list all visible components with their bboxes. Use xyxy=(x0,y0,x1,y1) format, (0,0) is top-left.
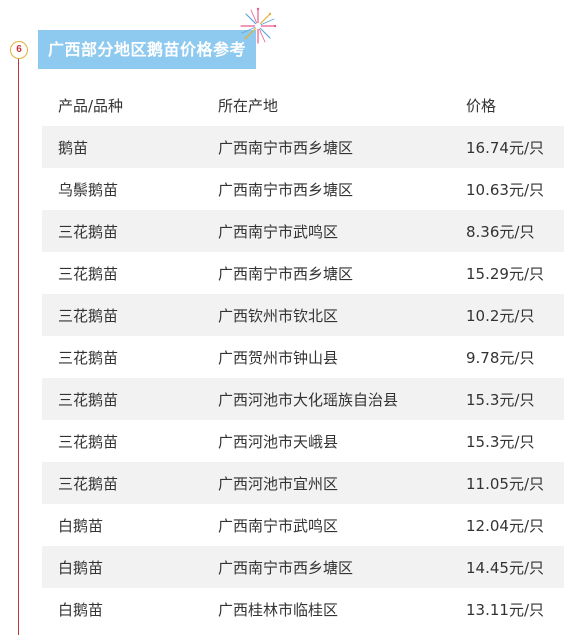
price-cell: 15.29元/只 xyxy=(466,264,544,283)
origin-cell: 广西河池市大化瑶族自治县 xyxy=(202,378,450,420)
price-cell: 10.63元/只 xyxy=(466,180,544,199)
table-header-row: 产品/品种 所在产地 价格 xyxy=(42,84,564,126)
price-cell: 13.11元/只 xyxy=(466,600,544,619)
table-row: 三花鹅苗 广西河池市天峨县 15.3元/只 xyxy=(42,420,564,462)
section-title: 广西部分地区鹅苗价格参考 xyxy=(38,30,257,69)
origin-cell: 广西南宁市武鸣区 xyxy=(202,210,450,252)
table-row: 三花鹅苗 广西河池市大化瑶族自治县 15.3元/只 xyxy=(42,378,564,420)
price-cell: 15.3元/只 xyxy=(450,378,564,420)
origin-cell: 广西南宁市武鸣区 xyxy=(218,516,339,535)
table-row: 三花鹅苗 广西贺州市钟山县 9.78元/只 xyxy=(42,336,564,378)
price-cell: 14.45元/只 xyxy=(450,546,564,588)
table-row: 白鹅苗 广西桂林市临桂区 13.11元/只 xyxy=(42,588,564,630)
table-row: 白鹅苗 广西南宁市西乡塘区 14.45元/只 xyxy=(42,546,564,588)
table-row: 乌鬃鹅苗 广西南宁市西乡塘区 10.63元/只 xyxy=(42,168,564,210)
product-cell: 三花鹅苗 xyxy=(42,378,202,420)
table-row: 三花鹅苗 广西钦州市钦北区 10.2元/只 xyxy=(42,294,564,336)
price-cell: 12.04元/只 xyxy=(466,516,544,535)
price-cell: 16.74元/只 xyxy=(450,126,564,168)
timeline-line xyxy=(18,58,19,635)
price-cell: 15.3元/只 xyxy=(466,432,535,451)
origin-cell: 广西钦州市钦北区 xyxy=(202,294,450,336)
header-origin: 所在产地 xyxy=(218,96,279,115)
price-cell: 10.2元/只 xyxy=(450,294,564,336)
product-cell: 白鹅苗 xyxy=(58,516,104,535)
product-cell: 白鹅苗 xyxy=(58,600,104,619)
firework-icon xyxy=(240,7,277,44)
product-cell: 白鹅苗 xyxy=(42,546,202,588)
origin-cell: 广西南宁市西乡塘区 xyxy=(202,126,450,168)
origin-cell: 广西南宁市西乡塘区 xyxy=(218,264,354,283)
product-cell: 三花鹅苗 xyxy=(58,432,119,451)
table-row: 白鹅苗 广西南宁市武鸣区 12.04元/只 xyxy=(42,504,564,546)
origin-cell: 广西河池市宜州区 xyxy=(202,462,450,504)
product-cell: 三花鹅苗 xyxy=(42,294,202,336)
origin-cell: 广西南宁市西乡塘区 xyxy=(202,546,450,588)
table-row: 三花鹅苗 广西南宁市西乡塘区 15.29元/只 xyxy=(42,252,564,294)
table-row: 三花鹅苗 广西河池市宜州区 11.05元/只 xyxy=(42,462,564,504)
product-cell: 三花鹅苗 xyxy=(58,348,119,367)
table-row: 鹅苗 广西南宁市西乡塘区 16.74元/只 xyxy=(42,126,564,168)
price-cell: 11.05元/只 xyxy=(450,462,564,504)
table-row: 三花鹅苗 广西南宁市武鸣区 8.36元/只 xyxy=(42,210,564,252)
product-cell: 三花鹅苗 xyxy=(58,264,119,283)
origin-cell: 广西河池市天峨县 xyxy=(218,432,339,451)
product-cell: 乌鬃鹅苗 xyxy=(58,180,119,199)
price-table: 产品/品种 所在产地 价格 鹅苗 广西南宁市西乡塘区 16.74元/只 乌鬃鹅苗… xyxy=(42,84,564,630)
product-cell: 鹅苗 xyxy=(42,126,202,168)
price-cell: 8.36元/只 xyxy=(450,210,564,252)
step-number-badge: 6 xyxy=(10,41,28,59)
product-cell: 三花鹅苗 xyxy=(42,462,202,504)
header-price: 价格 xyxy=(466,96,497,115)
header-product: 产品/品种 xyxy=(58,96,124,115)
origin-cell: 广西南宁市西乡塘区 xyxy=(218,180,354,199)
price-cell: 9.78元/只 xyxy=(466,348,535,367)
origin-cell: 广西贺州市钟山县 xyxy=(218,348,339,367)
product-cell: 三花鹅苗 xyxy=(42,210,202,252)
origin-cell: 广西桂林市临桂区 xyxy=(218,600,339,619)
